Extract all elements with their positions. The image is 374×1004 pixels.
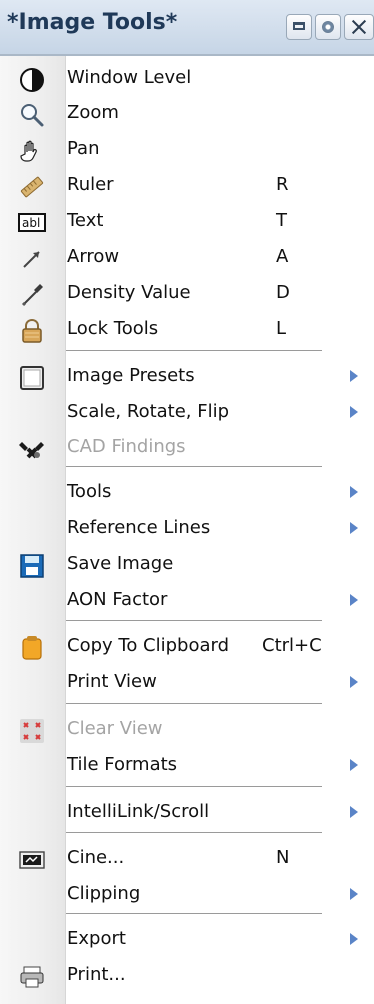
menu-item-text[interactable]: abl Text T [0, 206, 374, 242]
submenu-arrow-icon [350, 759, 358, 771]
svg-text:abl: abl [22, 216, 40, 230]
shortcut-label: Ctrl+C [262, 635, 322, 656]
menu-item-save-image[interactable]: Save Image [0, 549, 374, 585]
menu-item-pan[interactable]: Pan [0, 134, 374, 170]
pin-button[interactable] [315, 14, 341, 40]
close-button[interactable] [344, 14, 374, 40]
image-presets-icon [18, 364, 46, 392]
menu-item-label: Arrow [67, 246, 120, 267]
menu-item-label: AON Factor [67, 589, 168, 610]
menu-item-print-view[interactable]: Print View [0, 667, 374, 703]
menu-item-copy-to-clipboard[interactable]: Copy To Clipboard Ctrl+C [0, 631, 374, 667]
menu-item-scale-rotate-flip[interactable]: Scale, Rotate, Flip [0, 397, 374, 433]
menu-item-density-value[interactable]: Density Value D [0, 278, 374, 314]
menu-item-aon-factor[interactable]: AON Factor [0, 585, 374, 621]
menu-item-tile-formats[interactable]: Tile Formats [0, 750, 374, 786]
menu-item-label: Print View [67, 671, 157, 692]
submenu-arrow-icon [350, 594, 358, 606]
text-icon: abl [18, 209, 46, 237]
menu-separator [66, 832, 322, 834]
menu-item-label: Density Value [67, 282, 191, 303]
submenu-arrow-icon [350, 522, 358, 534]
shortcut-label: D [276, 282, 290, 303]
shortcut-label: R [276, 174, 289, 195]
save-image-icon [18, 552, 46, 580]
cad-findings-icon [18, 435, 46, 463]
zoom-icon [18, 101, 46, 129]
menu-item-label: Image Presets [67, 365, 195, 386]
menu-item-label: Tools [67, 481, 112, 502]
menu-item-label: Scale, Rotate, Flip [67, 401, 230, 422]
menu-item-label: Zoom [67, 102, 119, 123]
menu-item-window-level[interactable]: Window Level [0, 63, 374, 99]
menu-item-label: IntelliLink/Scroll [67, 801, 210, 822]
arrow-icon [18, 245, 46, 273]
menu-item-label: Save Image [67, 553, 174, 574]
menu-item-label: Text [67, 210, 104, 231]
menu-item-label: Reference Lines [67, 517, 211, 538]
menu-item-intellilink-scroll[interactable]: IntelliLink/Scroll [0, 797, 374, 833]
menu-item-clipping[interactable]: Clipping [0, 879, 374, 915]
submenu-arrow-icon [350, 370, 358, 382]
menu-separator [66, 620, 322, 622]
menu-item-image-presets[interactable]: Image Presets [0, 361, 374, 397]
menu-item-label: Clear View [67, 718, 163, 739]
submenu-arrow-icon [350, 806, 358, 818]
ruler-icon [18, 173, 46, 201]
menu-item-lock-tools[interactable]: Lock Tools L [0, 314, 374, 350]
menu-item-label: Window Level [67, 67, 192, 88]
menu-item-cine[interactable]: Cine... N [0, 843, 374, 879]
menu-item-tools[interactable]: Tools [0, 477, 374, 513]
cine-icon [18, 846, 46, 874]
shortcut-label: T [276, 210, 287, 231]
clear-view-icon [18, 717, 46, 745]
clipboard-icon [18, 634, 46, 662]
menu-item-label: Lock Tools [67, 318, 159, 339]
menu-item-cad-findings: CAD Findings [0, 432, 374, 468]
title-bar: *Image Tools* [0, 0, 374, 56]
shortcut-label: N [276, 847, 290, 868]
menu-item-label: Tile Formats [67, 754, 178, 775]
submenu-arrow-icon [350, 406, 358, 418]
density-value-icon [18, 281, 46, 309]
lock-icon [18, 317, 46, 345]
menu-separator [66, 466, 322, 468]
menu-item-label: Copy To Clipboard [67, 635, 230, 656]
menu-item-reference-lines[interactable]: Reference Lines [0, 513, 374, 549]
menu-separator [66, 786, 322, 788]
menu-item-label: Clipping [67, 883, 141, 904]
menu-separator [66, 350, 322, 352]
panel-title: *Image Tools* [7, 10, 178, 35]
image-tools-panel: *Image Tools* Window Level Zoom Pan Rule… [0, 0, 374, 1004]
submenu-arrow-icon [350, 933, 358, 945]
menu-item-label: Ruler [67, 174, 114, 195]
window-level-icon [18, 66, 46, 94]
submenu-arrow-icon [350, 486, 358, 498]
menu-separator [66, 703, 322, 705]
menu-item-label: Cine... [67, 847, 125, 868]
restore-button[interactable] [286, 14, 312, 40]
menu-item-export[interactable]: Export [0, 924, 374, 960]
menu-separator [66, 913, 322, 915]
menu-item-label: Pan [67, 138, 100, 159]
shortcut-label: L [276, 318, 287, 339]
submenu-arrow-icon [350, 676, 358, 688]
printer-icon [18, 963, 46, 991]
submenu-arrow-icon [350, 888, 358, 900]
menu-item-zoom[interactable]: Zoom [0, 98, 374, 134]
menu-item-print[interactable]: Print... [0, 960, 374, 996]
menu-item-ruler[interactable]: Ruler R [0, 170, 374, 206]
shortcut-label: A [276, 246, 289, 267]
menu-item-label: Export [67, 928, 126, 949]
menu-item-label: CAD Findings [67, 436, 186, 457]
menu-item-arrow[interactable]: Arrow A [0, 242, 374, 278]
menu-item-clear-view: Clear View [0, 714, 374, 750]
menu-item-label: Print... [67, 964, 126, 985]
pan-icon [18, 137, 46, 165]
